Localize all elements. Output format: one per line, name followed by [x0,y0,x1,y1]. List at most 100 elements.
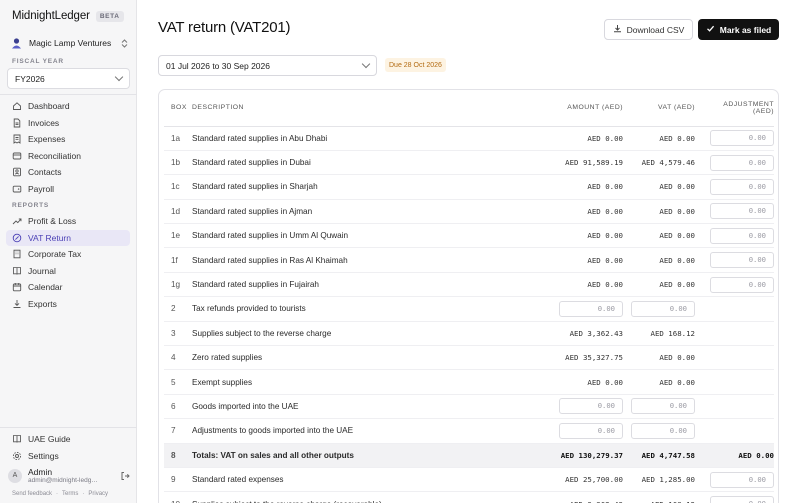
amount-input[interactable]: 0.00 [559,300,623,317]
row-description: Goods imported into the UAE [192,394,437,420]
sidebar-item-exports[interactable]: Exports [6,296,130,313]
fiscal-year-label: FISCAL YEAR [12,58,64,65]
adjustment-input[interactable]: 0.00 [710,496,774,503]
row-description: Supplies subject to the reverse charge (… [192,491,437,503]
box-code: 1a [164,126,192,151]
trend-icon [12,216,22,226]
header-vat: VAT (AED) [628,90,701,127]
row-description: Tax refunds provided to tourists [192,296,437,322]
box-code: 3 [164,321,192,347]
header-amount: AMOUNT (AED) [437,90,628,127]
calendar-icon [12,282,22,292]
sidebar-item-label: Invoices [28,117,60,128]
vat-return-table: BOX DESCRIPTION AMOUNT (AED) VAT (AED) A… [164,90,774,503]
sidebar-item-expenses[interactable]: Expenses [6,131,130,148]
amount-value: AED 3,362.43 [570,500,623,503]
sidebar-item-reconciliation[interactable]: Reconciliation [6,148,130,165]
download-csv-button[interactable]: Download CSV [604,19,693,40]
sidebar-item-label: VAT Return [28,232,71,243]
bottom-nav: UAE Guide Settings [6,431,130,464]
vat-input[interactable]: 0.00 [631,398,695,415]
sidebar-item-vat-return[interactable]: VAT Return [6,229,130,246]
table-row: 3 Supplies subject to the reverse charge A… [164,321,774,347]
vat-value: AED 0.00 [659,255,695,265]
sidebar-item-profit-loss[interactable]: Profit & Loss [6,213,130,230]
user-profile[interactable]: A Admin admin@midnight-ledger.app [8,467,130,484]
amount-value: AED 130,279.37 [560,450,623,460]
sidebar-item-dashboard[interactable]: Dashboard [6,98,130,115]
vat-input[interactable]: 0.00 [631,422,695,439]
logout-icon[interactable] [120,471,130,481]
check-icon [706,24,715,35]
adjustment-value: AED 0.00 [738,450,774,460]
mark-as-filed-button[interactable]: Mark as filed [698,19,779,40]
sidebar-item-label: Reconciliation [28,150,81,161]
table-row: 6 Goods imported into the UAE 0.00 0.00 [164,394,774,420]
adjustment-input[interactable]: 0.00 [710,178,774,195]
divider [0,94,137,95]
table-row: 10Supplies subject to the reverse charge… [164,491,774,503]
brand[interactable]: MidnightLedger BETA [12,10,124,22]
adjustment-input[interactable]: 0.00 [710,227,774,244]
sidebar: MidnightLedger BETA Magic Lamp Ventures … [0,0,137,503]
vat-input[interactable]: 0.00 [631,300,695,317]
amount-input[interactable]: 0.00 [559,398,623,415]
sidebar-item-calendar[interactable]: Calendar [6,279,130,296]
row-description: Standard rated supplies in Sharjah [192,174,437,200]
separator: · [56,491,59,497]
footer-links: Send feedback · Terms · Privacy [12,491,108,497]
sidebar-item-settings[interactable]: Settings [6,448,130,465]
download-icon [613,24,622,35]
amount-value: AED 0.00 [587,280,623,290]
adjustment-input[interactable]: 0.00 [710,203,774,220]
sidebar-item-label: Profit & Loss [28,216,77,227]
table-row: 9 Standard rated expenses AED 25,700.00 AED… [164,467,774,493]
adjustment-input[interactable]: 0.00 [710,130,774,147]
gear-icon [12,451,22,461]
amount-value: AED 0.00 [587,231,623,241]
adjustment-input[interactable]: 0.00 [710,252,774,269]
sidebar-item-journal[interactable]: Journal [6,263,130,280]
table-row: 7 Adjustments to goods imported into the … [164,418,774,444]
sidebar-item-corporate-tax[interactable]: Corporate Tax [6,246,130,263]
box-code: 1g [164,272,192,298]
vat-value: AED 168.12 [651,500,696,503]
amount-value: AED 3,362.43 [569,328,623,338]
row-description: Standard rated supplies in Dubai [192,150,437,176]
box-code: 7 [164,418,192,444]
row-description: Totals: VAT on sales and all other outpu… [192,443,437,468]
adjustment-input[interactable]: 0.00 [710,471,774,488]
building-icon [12,249,22,259]
beta-badge: BETA [95,10,124,22]
reports-nav: Profit & Loss VAT Return Corporate Tax Jour… [6,213,130,312]
fiscal-year-select[interactable]: FY2026 [7,68,130,89]
adjustment-input[interactable]: 0.00 [710,276,774,293]
amount-value: AED 0.00 [587,182,623,192]
totals-row: 8 Totals: VAT on sales and all other outp… [164,443,774,468]
period-select[interactable]: 01 Jul 2026 to 30 Sep 2026 [158,55,377,76]
sidebar-item-contacts[interactable]: Contacts [6,164,130,181]
sidebar-item-uae-guide[interactable]: UAE Guide [6,431,130,448]
sidebar-item-label: Dashboard [28,101,70,112]
sidebar-item-label: UAE Guide [28,434,71,445]
box-code: 5 [164,369,192,395]
lamp-icon [10,37,23,50]
sidebar-item-label: Expenses [28,134,66,145]
adjustment-input[interactable]: 0.00 [710,154,774,171]
receipt-icon [12,134,22,145]
sidebar-item-invoices[interactable]: Invoices [6,115,130,132]
due-date-badge: Due 28 Oct 2026 [385,58,446,72]
mark-as-filed-label: Mark as filed [719,24,772,35]
table-row: 1g Standard rated supplies in Fujairah AED… [164,272,774,298]
vat-value: AED 0.00 [659,206,695,216]
amount-input[interactable]: 0.00 [559,422,623,439]
chevron-down-icon [361,59,371,69]
sidebar-item-payroll[interactable]: Payroll [6,181,130,198]
org-switcher[interactable]: Magic Lamp Ventures [10,35,128,51]
terms-link[interactable]: Terms [62,491,78,497]
period-value: 01 Jul 2026 to 30 Sep 2026 [166,60,270,71]
row-description: Standard rated supplies in Abu Dhabi [192,126,437,151]
send-feedback-link[interactable]: Send feedback [12,491,52,497]
table-row: 1b Standard rated supplies in Dubai AED 91… [164,150,774,176]
privacy-link[interactable]: Privacy [88,491,108,497]
